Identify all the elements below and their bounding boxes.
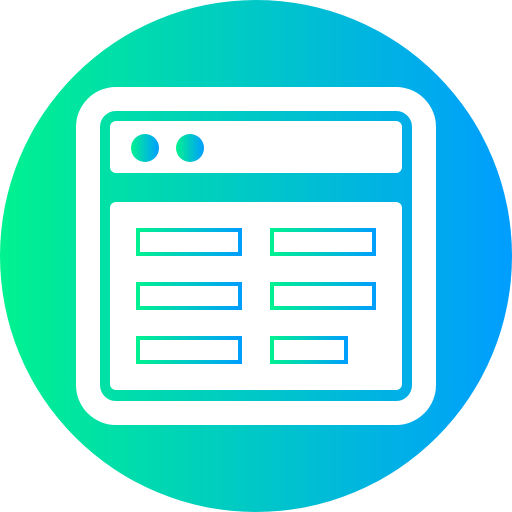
- table-cell: [140, 340, 238, 360]
- table-cell: [274, 340, 344, 360]
- table-cell: [140, 232, 238, 252]
- window-dot-icon: [176, 134, 204, 162]
- table-cell: [140, 286, 238, 306]
- table-cell: [274, 286, 372, 306]
- icon-canvas: [0, 0, 512, 512]
- browser-window-table-icon: [0, 0, 512, 512]
- window-dot-icon: [131, 134, 159, 162]
- table-cell: [274, 232, 372, 252]
